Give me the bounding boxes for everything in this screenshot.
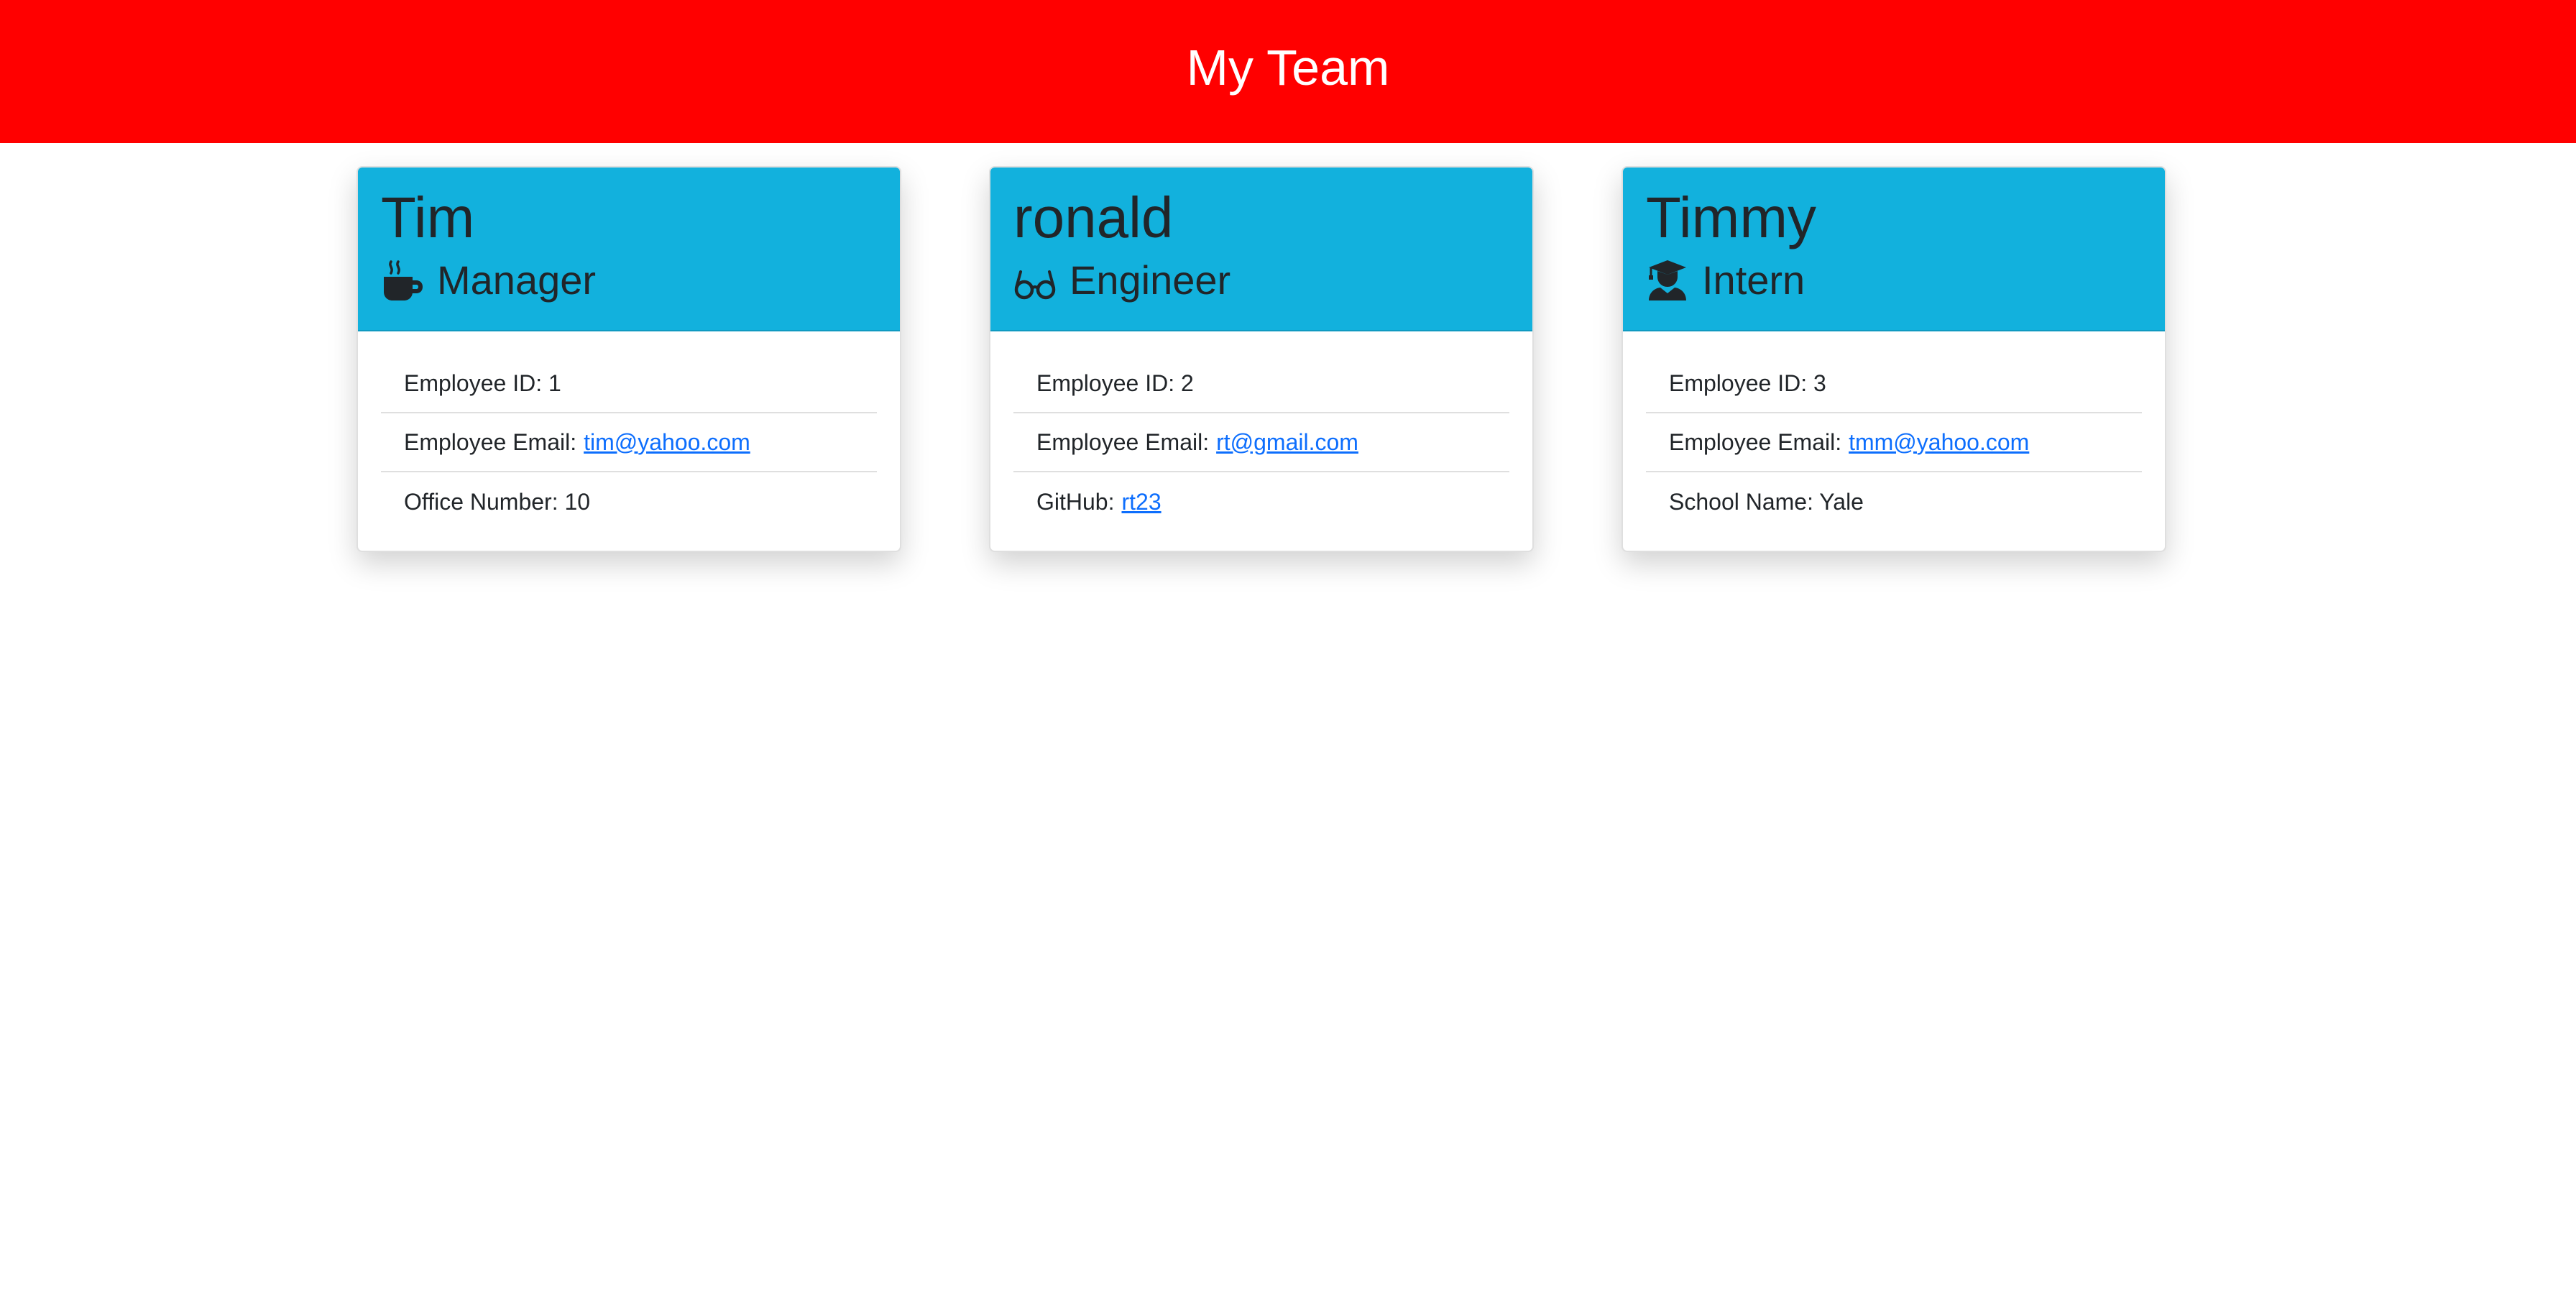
github: GitHub: rt23 [1013, 472, 1509, 531]
github-link[interactable]: rt23 [1121, 489, 1161, 515]
employee-name: Tim [381, 185, 475, 249]
employee-id-text: Employee ID: 2 [1036, 370, 1194, 396]
email-link[interactable]: rt@gmail.com [1216, 429, 1358, 456]
employee-id: Employee ID: 3 [1646, 354, 2142, 413]
employee-name: Timmy [1646, 185, 1816, 249]
email-label: Employee Email: [404, 428, 577, 455]
school-name-text: School Name: Yale [1669, 488, 1864, 515]
employee-id: Employee ID: 2 [1013, 354, 1509, 413]
role-label: Engineer [1070, 257, 1231, 303]
github-label: GitHub: [1036, 488, 1115, 515]
card-body: Employee ID: 1 Employee Email: tim@yahoo… [358, 331, 900, 531]
role-label: Intern [1702, 257, 1806, 303]
office-number: Office Number: 10 [381, 472, 877, 531]
employee-role: Engineer [1013, 255, 1509, 306]
page-title: My Team [1186, 40, 1390, 96]
coffee-icon [381, 259, 424, 302]
employee-email: Employee Email: rt@gmail.com [1013, 413, 1509, 472]
glasses-icon [1013, 259, 1057, 302]
card-header: ronald Engineer [990, 168, 1532, 331]
employee-id-text: Employee ID: 3 [1669, 370, 1826, 396]
office-number-text: Office Number: 10 [404, 488, 591, 515]
employee-id-text: Employee ID: 1 [404, 370, 561, 396]
card-header: Tim Manager [358, 168, 900, 331]
employee-role: Intern [1646, 255, 2142, 306]
page-header: My Team [0, 0, 2576, 143]
card-body: Employee ID: 3 Employee Email: tmm@yahoo… [1623, 331, 2165, 531]
employee-card-manager: Tim Manager Employee ID: 1 Employee Emai… [356, 166, 901, 552]
employee-role: Manager [381, 255, 877, 306]
employee-email: Employee Email: tmm@yahoo.com [1646, 413, 2142, 472]
card-body: Employee ID: 2 Employee Email: rt@gmail.… [990, 331, 1532, 531]
email-label: Employee Email: [1036, 428, 1210, 455]
role-label: Manager [437, 257, 597, 303]
employee-email: Employee Email: tim@yahoo.com [381, 413, 877, 472]
email-link[interactable]: tim@yahoo.com [584, 429, 750, 456]
employee-id: Employee ID: 1 [381, 354, 877, 413]
employee-card-engineer: ronald Engineer Employee ID: 2 Employee … [989, 166, 1534, 552]
email-link[interactable]: tmm@yahoo.com [1849, 429, 2029, 456]
card-header: Timmy Intern [1623, 168, 2165, 331]
email-label: Employee Email: [1669, 428, 1842, 455]
graduate-icon [1646, 259, 1689, 302]
school-name: School Name: Yale [1646, 472, 2142, 531]
employee-card-intern: Timmy Intern Employee ID: 3 Employee Ema… [1622, 166, 2166, 552]
employee-name: ronald [1013, 185, 1174, 249]
